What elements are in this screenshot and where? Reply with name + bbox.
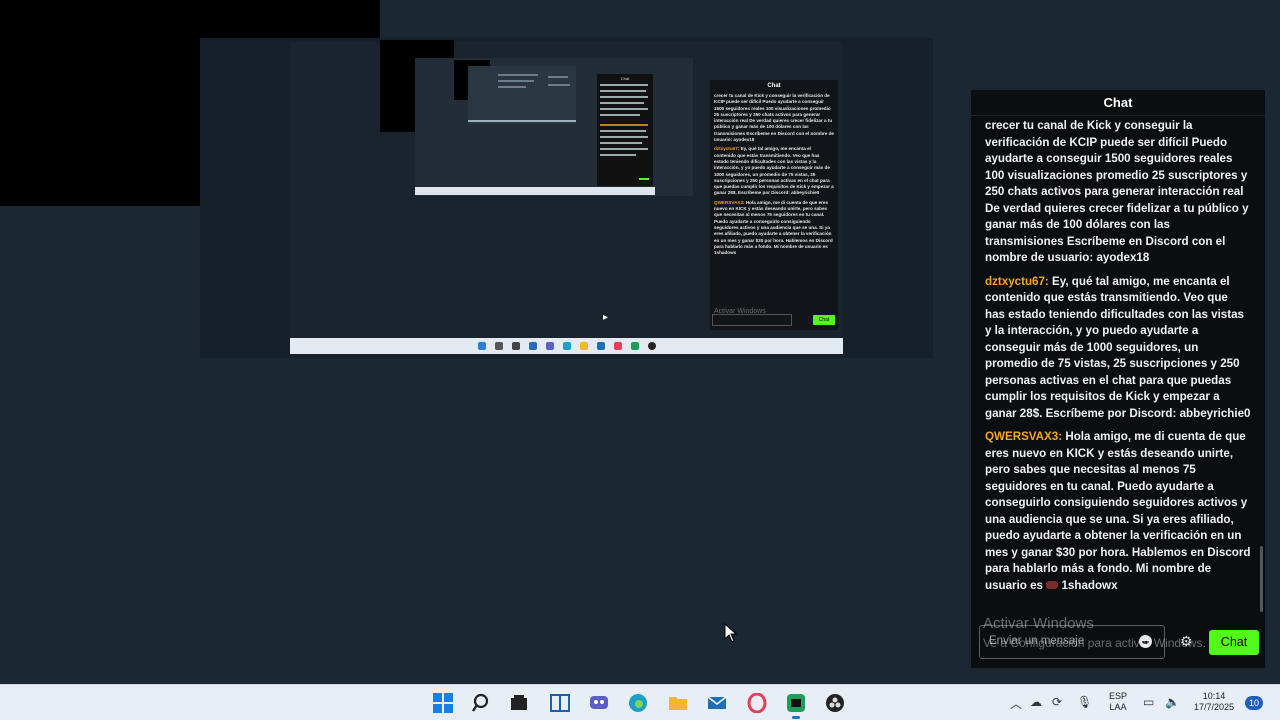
mid-chat-user: QWERSVAX3 bbox=[714, 199, 744, 205]
language-code: ESP bbox=[1108, 691, 1127, 701]
chat-message: crecer tu canal de Kick y conseguir la v… bbox=[985, 118, 1251, 267]
language-indicator[interactable]: ESP LAA bbox=[1104, 691, 1132, 713]
clock[interactable]: 10:14 17/7/2025 bbox=[1186, 691, 1242, 713]
edge-icon[interactable] bbox=[627, 692, 649, 714]
chat-scrollbar[interactable] bbox=[1260, 546, 1263, 612]
chat-message-text: crecer tu canal de Kick y conseguir la v… bbox=[985, 119, 1249, 264]
chat-message: QWERSVAX3: Hola amigo, me di cuenta de q… bbox=[985, 430, 1251, 592]
mid-chat-send: Chat bbox=[813, 315, 835, 325]
search-icon[interactable] bbox=[471, 692, 493, 714]
emote-icon bbox=[1046, 581, 1059, 590]
volume-icon[interactable]: 🔈 bbox=[1165, 695, 1180, 709]
activate-windows-title: Activar Windows bbox=[983, 615, 1094, 632]
network-icon[interactable]: ▭ bbox=[1143, 695, 1154, 709]
clock-time: 10:14 bbox=[1202, 691, 1226, 701]
mid-chat-text: Hola amigo, me di cuenta de que eres nue… bbox=[714, 199, 833, 256]
keyboard-layout: LAA bbox=[1109, 702, 1127, 712]
nested-screenshot bbox=[468, 66, 576, 124]
windows-start-icon[interactable] bbox=[432, 692, 454, 714]
chat-messages[interactable]: crecer tu canal de Kick y conseguir la v… bbox=[971, 116, 1265, 622]
mid-chat-input bbox=[712, 314, 792, 326]
mid-chat-panel: Chat crecer tu canal de Kick y conseguir… bbox=[710, 80, 838, 330]
nested-taskbar bbox=[415, 187, 655, 195]
activate-windows-subtitle: Ve a Configuración para activar Windows. bbox=[983, 636, 1206, 650]
taskbar: ︿ ☁ ⟳ 🎙 ESP LAA ▭ 🔈 10:14 17/7/2025 10 bbox=[0, 684, 1280, 720]
clock-date: 17/7/2025 bbox=[1193, 702, 1235, 712]
obs-icon[interactable] bbox=[824, 692, 846, 714]
mid-chat-message: dztxyctu67: Ey, qué tal amigo, me encant… bbox=[714, 146, 834, 196]
chat-handle: 1shadowx bbox=[1061, 578, 1118, 592]
mid-chat-message: crecer tu canal de Kick y conseguir la v… bbox=[714, 93, 834, 143]
nested-mini-chat-title: Chat bbox=[620, 76, 630, 81]
mid-taskbar bbox=[290, 338, 843, 354]
mid-chat-message: QWERSVAX3: Hola amigo, me di cuenta de q… bbox=[714, 199, 833, 256]
mid-chat-text: Ey, qué tal amigo, me encanta el conteni… bbox=[714, 146, 834, 196]
task-view-icon[interactable] bbox=[508, 692, 530, 714]
chat-message: dztxyctu67: Ey, qué tal amigo, me encant… bbox=[985, 274, 1251, 420]
mid-chat-title: Chat bbox=[767, 83, 781, 89]
mid-chat-messages: crecer tu canal de Kick y conseguir la v… bbox=[714, 93, 834, 256]
chat-message-text: Hola amigo, me di cuenta de que eres nue… bbox=[985, 430, 1251, 592]
mid-chat-user: dztxyctu67 bbox=[714, 146, 738, 152]
sync-icon[interactable]: ⟳ bbox=[1052, 695, 1062, 709]
notification-badge[interactable]: 10 bbox=[1245, 696, 1263, 710]
chat-send-button[interactable]: Chat bbox=[1209, 630, 1259, 655]
chat-username[interactable]: QWERSVAX3 bbox=[985, 430, 1058, 443]
widgets-icon[interactable] bbox=[549, 692, 571, 714]
nested-mini-chat: Chat bbox=[597, 74, 653, 186]
chat-title: Chat bbox=[971, 90, 1265, 116]
mail-icon[interactable] bbox=[706, 692, 728, 714]
microphone-icon[interactable]: 🎙 bbox=[1077, 695, 1092, 709]
chat-message-text: Ey, qué tal amigo, me encanta el conteni… bbox=[985, 274, 1251, 420]
cloud-icon[interactable]: ☁ bbox=[1030, 695, 1042, 709]
kick-app-icon[interactable] bbox=[785, 692, 807, 719]
mid-cursor-icon: ▸ bbox=[603, 312, 609, 323]
chat-username[interactable]: dztxyctu67 bbox=[985, 275, 1045, 288]
mouse-cursor-icon bbox=[724, 623, 738, 643]
mid-chat-text: crecer tu canal de Kick y conseguir la v… bbox=[714, 93, 834, 143]
folder-icon[interactable] bbox=[667, 692, 689, 714]
chat-panel: Chat crecer tu canal de Kick y conseguir… bbox=[971, 90, 1265, 668]
teams-icon[interactable] bbox=[588, 692, 610, 714]
opera-icon[interactable] bbox=[746, 692, 768, 714]
chevron-up-icon[interactable]: ︿ bbox=[1010, 695, 1022, 712]
